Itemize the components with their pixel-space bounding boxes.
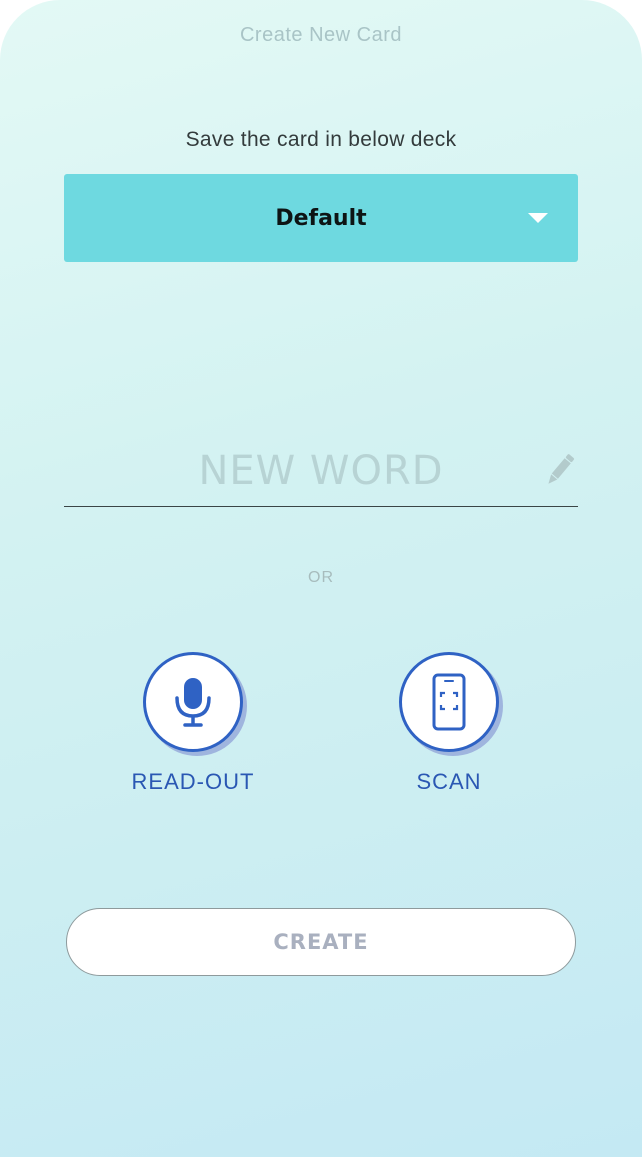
read-out-circle[interactable] [143, 652, 243, 752]
microphone-icon [175, 678, 211, 727]
deck-selected-value: Default [275, 205, 367, 231]
read-out-button[interactable]: READ-OUT [118, 652, 268, 795]
scan-label: SCAN [416, 769, 482, 794]
deck-dropdown[interactable]: Default [64, 174, 578, 262]
page-title: Create New Card [239, 24, 402, 46]
new-word-input[interactable] [64, 440, 578, 502]
scan-button[interactable]: SCAN [374, 652, 524, 795]
new-word-field [64, 440, 578, 507]
create-button[interactable]: CREATE [66, 908, 576, 976]
create-card-screen: Create New Card Save the card in below d… [0, 0, 642, 1157]
or-separator: OR [308, 569, 334, 586]
pencil-icon[interactable] [542, 450, 578, 490]
scan-circle[interactable] [399, 652, 499, 752]
caret-down-icon [528, 213, 548, 223]
deck-label: Save the card in below deck [185, 128, 457, 151]
create-label: CREATE [273, 930, 369, 954]
phone-scan-icon [432, 673, 466, 731]
read-out-label: READ-OUT [131, 769, 255, 794]
